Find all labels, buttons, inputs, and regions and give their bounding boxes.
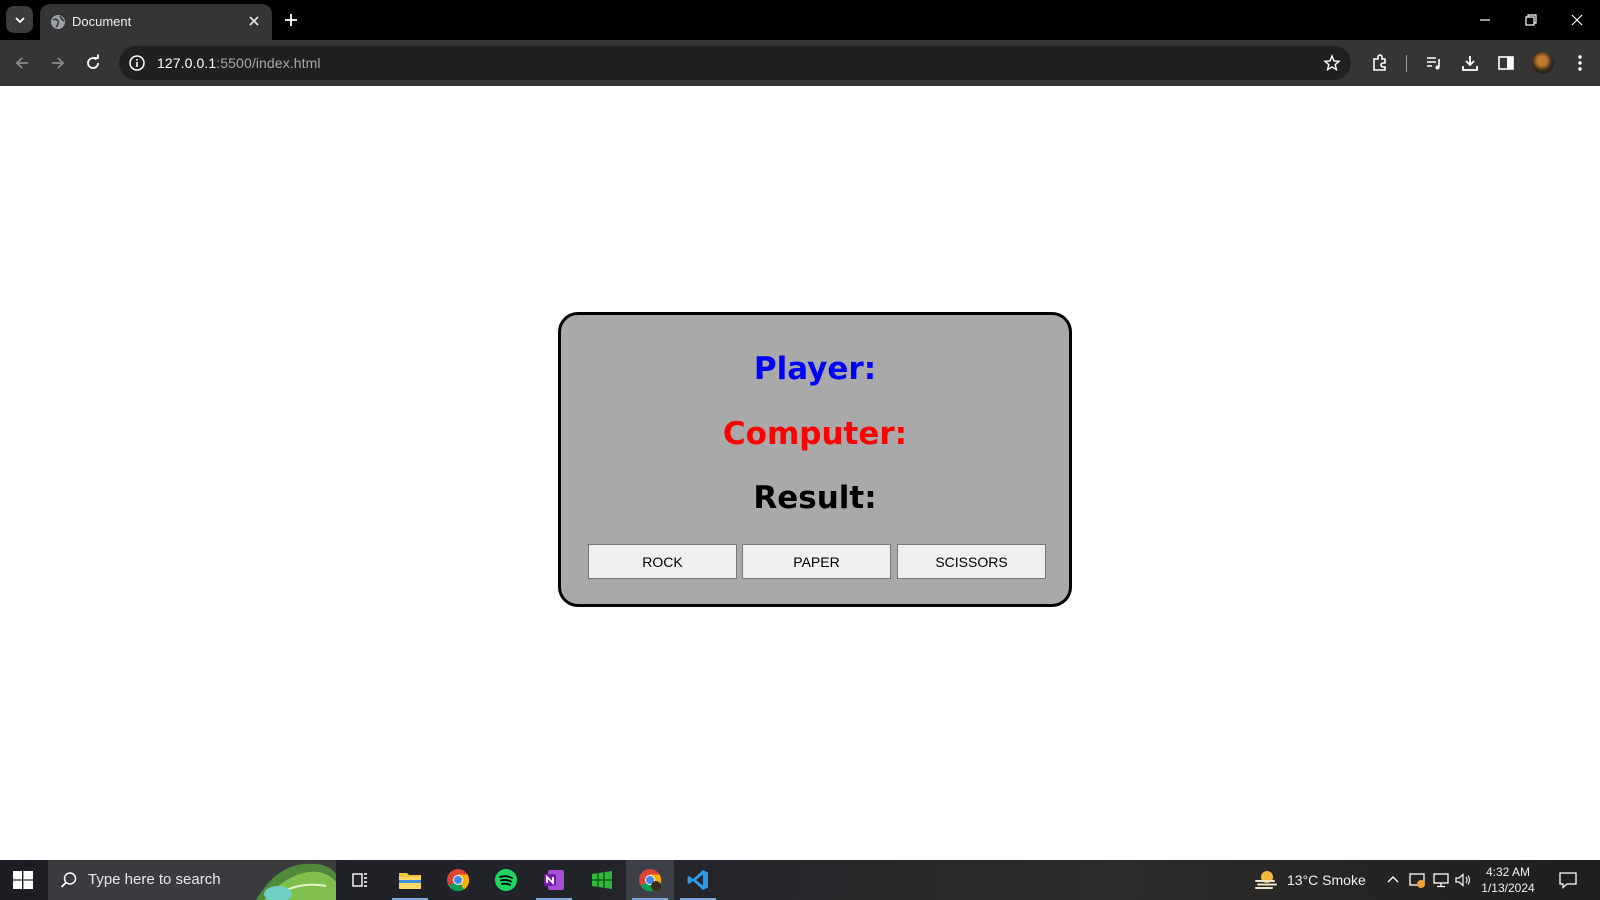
close-icon[interactable] [246,13,262,29]
onenote-icon [544,870,564,890]
chevron-up-icon[interactable] [1384,871,1402,889]
windows-start-icon[interactable] [12,870,34,890]
security-alert-icon[interactable] [1408,871,1426,889]
close-window-icon[interactable] [1569,12,1585,28]
taskbar-vscode[interactable] [674,860,722,900]
browser-toolbar: 127.0.0.1:5500/index.html [0,40,1600,86]
forward-arrow-icon[interactable] [48,53,68,73]
taskbar-spotify[interactable] [482,860,530,900]
taskbar-chrome-active[interactable] [626,860,674,900]
smoke-weather-icon[interactable] [1254,869,1278,891]
url-text[interactable]: 127.0.0.1:5500/index.html [157,55,321,71]
windows-taskbar: Type here to search 13°C Smoke 4:32 AM 1… [0,860,1600,900]
chrome-profile-icon [639,869,662,892]
new-tab-icon[interactable] [282,11,300,29]
system-clock[interactable]: 4:32 AM 1/13/2024 [1470,864,1546,896]
reload-icon[interactable] [83,53,103,73]
taskbar-sheets-app[interactable] [578,860,626,900]
taskbar-onenote[interactable] [530,860,578,900]
search-highlight-art-icon [256,863,336,900]
paper-button[interactable]: PAPER [742,544,891,579]
address-bar[interactable]: 127.0.0.1:5500/index.html [119,46,1351,80]
page-viewport: Player: Computer: Result: ROCK PAPER SCI… [0,86,1600,860]
browser-tab[interactable]: Document [40,4,272,40]
notification-icon[interactable] [1558,870,1578,890]
result-label: Result: [753,480,877,516]
search-placeholder: Type here to search [88,871,221,888]
chrome-icon [447,869,470,892]
rock-button[interactable]: ROCK [588,544,737,579]
clock-time: 4:32 AM [1485,865,1531,879]
url-host: 127.0.0.1 [157,55,217,71]
menu-kebab-icon[interactable] [1570,53,1590,73]
restore-icon[interactable] [1523,12,1539,28]
browser-titlebar: Document [0,0,1600,40]
taskbar-file-explorer[interactable] [386,860,434,900]
url-path: :5500/index.html [216,55,321,71]
folder-icon [399,873,421,889]
taskbar-chrome[interactable] [434,860,482,900]
minimize-icon[interactable] [1477,12,1493,28]
download-icon[interactable] [1460,53,1480,73]
extensions-icon[interactable] [1370,53,1390,73]
media-control-icon[interactable] [1424,53,1444,73]
weather-text[interactable]: 13°C Smoke [1287,872,1366,888]
network-icon[interactable] [1432,871,1450,889]
player-choice-label: Player: [753,351,877,387]
scissors-button[interactable]: SCISSORS [897,544,1046,579]
spotify-icon [495,869,517,891]
tab-title: Document [72,14,132,29]
globe-icon [51,15,65,29]
search-icon [60,872,77,888]
task-view-button[interactable] [336,860,384,900]
chevron-down-icon [14,16,25,23]
bookmark-star-icon[interactable] [1323,54,1341,72]
tab-search-button[interactable] [6,6,33,33]
toolbar-separator [1406,55,1407,72]
back-arrow-icon[interactable] [12,53,32,73]
game-card: Player: Computer: Result: ROCK PAPER SCI… [558,312,1072,607]
taskbar-search-box[interactable]: Type here to search [48,860,336,900]
side-panel-icon[interactable] [1496,53,1516,73]
spreadsheet-icon [592,871,612,889]
clock-date: 1/13/2024 [1481,881,1535,895]
info-icon[interactable] [128,54,146,72]
task-view-icon [352,873,367,887]
computer-choice-label: Computer: [722,416,908,452]
profile-avatar[interactable] [1532,52,1554,74]
vscode-icon [687,870,708,890]
